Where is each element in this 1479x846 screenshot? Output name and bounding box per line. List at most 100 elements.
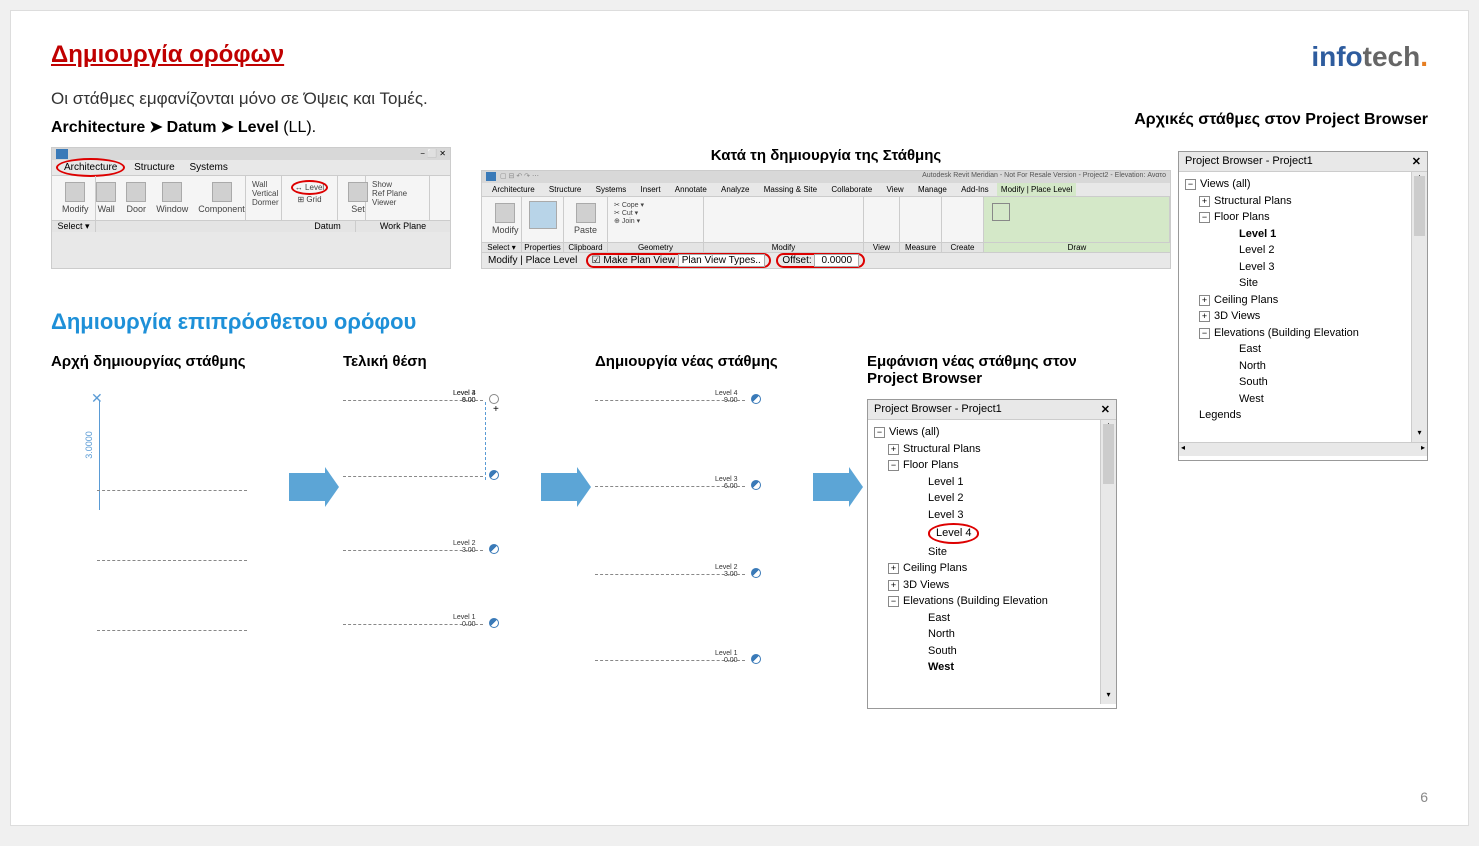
close-icon[interactable]: ✕ [1412,155,1421,168]
level-line [97,490,247,491]
join-button[interactable]: ⊕ Join ▾ [614,217,697,225]
tree-elevations[interactable]: Elevations (Building Elevation [1214,327,1359,339]
cut-button[interactable]: ✂ Cut ▾ [614,209,697,217]
horizontal-scrollbar[interactable]: ◂▸ [1179,442,1427,456]
vertical-scrollbar[interactable]: ▴▾ [1411,172,1427,442]
tree-site[interactable]: Site [874,544,1094,561]
tree-level3[interactable]: Level 3 [874,507,1094,524]
offset-input[interactable]: 0.0000 [814,254,859,267]
tree-floor-plans[interactable]: Floor Plans [903,459,959,471]
tree-site[interactable]: Site [1185,275,1405,292]
tree-west[interactable]: West [874,659,1094,676]
collapse-icon[interactable]: − [888,460,899,471]
expand-icon[interactable]: + [888,444,899,455]
tab-collaborate[interactable]: Collaborate [825,183,878,196]
grid-button[interactable]: ⊞ Grid [288,195,331,204]
show-button[interactable]: Show [372,180,423,189]
tree-west[interactable]: West [1185,391,1405,408]
tree-level1[interactable]: Level 1 [1185,226,1405,243]
door-button[interactable]: Door [122,180,150,216]
tree-legends[interactable]: Legends [1185,407,1405,424]
tree-ceiling-plans[interactable]: Ceiling Plans [903,562,967,574]
tab-systems[interactable]: Systems [590,183,633,196]
scroll-thumb[interactable] [1103,424,1114,484]
tab-massing[interactable]: Massing & Site [758,183,823,196]
pb-tree[interactable]: −Views (all) +Structural Plans −Floor Pl… [1179,172,1411,442]
paste-button[interactable]: Paste [570,201,601,237]
scroll-left-icon[interactable]: ◂ [1181,443,1185,456]
window-button[interactable]: Window [152,180,192,216]
scroll-thumb[interactable] [1414,176,1425,236]
level-button[interactable]: ↔ Level [291,180,328,195]
cope-button[interactable]: ✂ Cope ▾ [614,201,697,209]
collapse-icon[interactable]: − [874,427,885,438]
tree-3d-views[interactable]: 3D Views [903,579,949,591]
expand-icon[interactable]: + [1199,196,1210,207]
tab-structure[interactable]: Structure [543,183,587,196]
collapse-icon[interactable]: − [888,596,899,607]
tree-level4-row[interactable]: Level 4 [874,523,1094,544]
tree-level2[interactable]: Level 2 [874,490,1094,507]
tree-east[interactable]: East [1185,341,1405,358]
tab-insert[interactable]: Insert [635,183,667,196]
scroll-down-icon[interactable]: ▾ [1101,690,1116,704]
tab-manage[interactable]: Manage [912,183,953,196]
opening-vertical-button[interactable]: Vertical [252,189,275,198]
tree-structural-plans[interactable]: Structural Plans [903,443,981,455]
tab-structure[interactable]: Structure [128,160,181,175]
arrow-2 [541,473,577,501]
vertical-scrollbar[interactable]: ▴▾ [1100,420,1116,704]
opening-wall-button[interactable]: Wall [252,180,275,189]
tab-analyze[interactable]: Analyze [715,183,755,196]
tree-3d-views[interactable]: 3D Views [1214,310,1260,322]
make-plan-view-checkbox[interactable]: Make Plan View [603,255,675,266]
panel-view [864,197,900,242]
expand-icon[interactable]: + [888,563,899,574]
tree-east[interactable]: East [874,610,1094,627]
tab-addins[interactable]: Add-Ins [955,183,995,196]
tab-architecture[interactable]: Architecture [56,158,125,177]
tab-systems[interactable]: Systems [184,160,234,175]
close-icon[interactable]: ✕ [1101,403,1110,416]
tree-floor-plans[interactable]: Floor Plans [1214,211,1270,223]
modify-button[interactable]: Modify [488,201,523,237]
tree-views-all[interactable]: Views (all) [889,426,940,438]
tree-elevations[interactable]: Elevations (Building Elevation [903,595,1048,607]
tree-ceiling-plans[interactable]: Ceiling Plans [1214,294,1278,306]
level-marker-icon [751,394,761,404]
tree-north[interactable]: North [874,626,1094,643]
pb-tree[interactable]: −Views (all) +Structural Plans −Floor Pl… [868,420,1100,704]
opening-dormer-button[interactable]: Dormer [252,198,275,207]
component-button[interactable]: Component [194,180,249,216]
diagram-final: Level 49.00 + Level 36.00 Level 23.00 Le… [343,390,523,670]
collapse-icon[interactable]: − [1199,328,1210,339]
collapse-icon[interactable]: − [1199,212,1210,223]
expand-icon[interactable]: + [1199,295,1210,306]
tree-south[interactable]: South [874,643,1094,660]
tree-views-all[interactable]: Views (all) [1200,178,1251,190]
tab-architecture[interactable]: Architecture [486,183,541,196]
viewer-button[interactable]: Viewer [372,198,423,207]
tree-level2[interactable]: Level 2 [1185,242,1405,259]
tree-level1[interactable]: Level 1 [874,474,1094,491]
tab-annotate[interactable]: Annotate [669,183,713,196]
tab-modify-place-level[interactable]: Modify | Place Level [997,183,1076,196]
arrow-right-icon [289,473,325,501]
tree-south[interactable]: South [1185,374,1405,391]
modify-button[interactable]: Modify [58,180,93,216]
refplane-button[interactable]: Ref Plane [372,189,423,198]
collapse-icon[interactable]: − [1185,179,1196,190]
tree-level3[interactable]: Level 3 [1185,259,1405,276]
pb-titlebar: Project Browser - Project1 ✕ [868,400,1116,420]
wall-button[interactable]: Wall [92,180,120,216]
tab-view[interactable]: View [881,183,910,196]
scroll-down-icon[interactable]: ▾ [1412,428,1427,442]
properties-icon[interactable] [529,201,557,229]
tree-north[interactable]: North [1185,358,1405,375]
expand-icon[interactable]: + [1199,311,1210,322]
scroll-right-icon[interactable]: ▸ [1421,443,1425,456]
tree-structural-plans[interactable]: Structural Plans [1214,195,1292,207]
line-tool-icon[interactable] [992,203,1010,221]
expand-icon[interactable]: + [888,580,899,591]
plan-view-types-button[interactable]: Plan View Types.. [678,254,765,267]
